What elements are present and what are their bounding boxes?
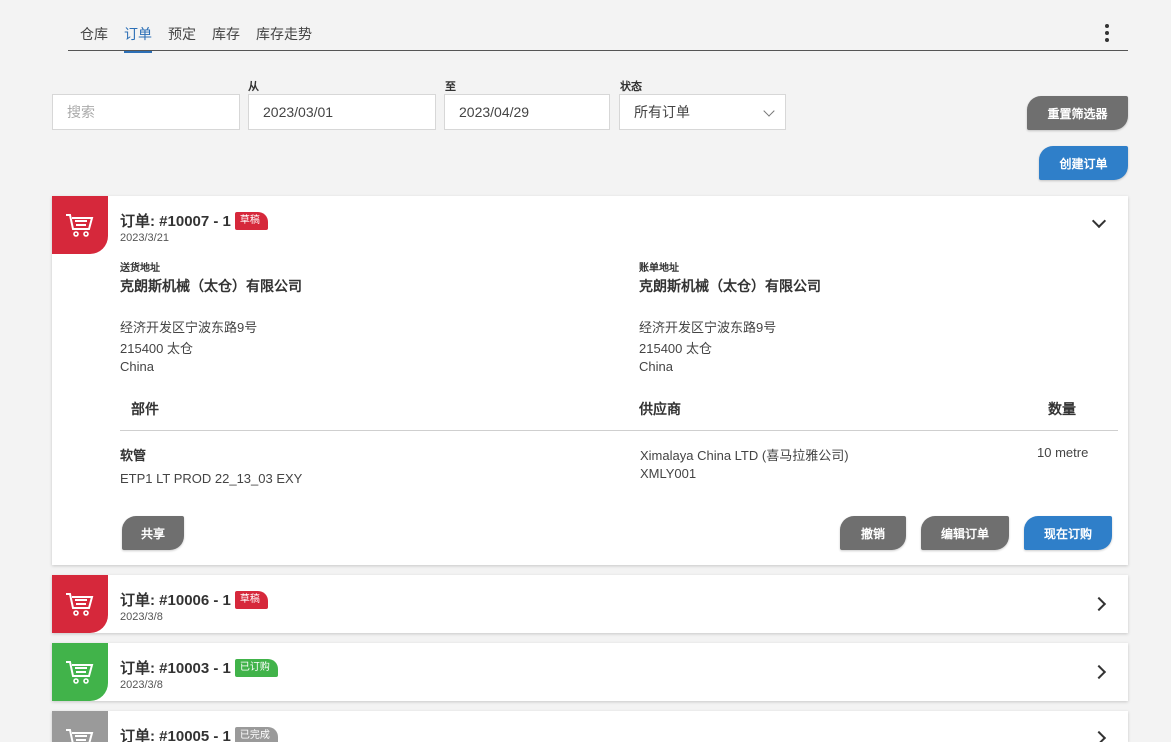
- status-label: 状态: [620, 81, 642, 93]
- from-date-field[interactable]: 2023/03/01: [248, 94, 436, 130]
- quantity-value: 10 metre: [1037, 445, 1089, 460]
- order-title-text: 订单: #10003 - 1: [120, 660, 231, 677]
- order-card-10007: 订单: #10007 - 1 草稿 2023/3/21 送货地址 克朗斯机械（太…: [52, 196, 1128, 565]
- shipping-company: 克朗斯机械（太仓）有限公司: [120, 278, 302, 294]
- create-order-button[interactable]: 创建订单: [1039, 146, 1128, 180]
- tab-orders[interactable]: 订单: [124, 16, 152, 53]
- order-date: 2023/3/8: [120, 679, 163, 691]
- tab-inventory[interactable]: 库存: [212, 16, 240, 53]
- shopping-cart-icon: [52, 575, 108, 633]
- billing-company: 克朗斯机械（太仓）有限公司: [639, 278, 821, 294]
- reset-filters-button[interactable]: 重置筛选器: [1027, 96, 1128, 130]
- order-date: 2023/3/21: [120, 232, 169, 244]
- status-badge: 已完成: [234, 726, 278, 742]
- header-supplier: 供应商: [639, 401, 681, 417]
- chevron-right-icon[interactable]: [1091, 664, 1107, 680]
- order-title-text: 订单: #10007 - 1: [120, 213, 231, 230]
- search-input[interactable]: 搜索: [52, 94, 240, 130]
- part-code: ETP1 LT PROD 22_13_03 EXY: [120, 471, 303, 486]
- tab-warehouse[interactable]: 仓库: [80, 16, 108, 53]
- chevron-right-icon[interactable]: [1091, 730, 1107, 742]
- tab-divider: [68, 50, 1128, 51]
- supplier-code: XMLY001: [640, 466, 697, 481]
- tab-inventory-trend[interactable]: 库存走势: [256, 16, 312, 53]
- shopping-cart-icon: [52, 643, 108, 701]
- chevron-down-icon: [763, 105, 775, 117]
- order-now-button[interactable]: 现在订购: [1024, 516, 1112, 550]
- shipping-city: 215400 太仓: [120, 341, 193, 356]
- billing-address-label: 账单地址: [639, 263, 679, 274]
- shipping-address-label: 送货地址: [120, 263, 160, 274]
- header-quantity: 数量: [1048, 401, 1076, 417]
- order-title-text: 订单: #10006 - 1: [120, 592, 231, 609]
- billing-country: China: [639, 359, 673, 374]
- order-title: 订单: #10006 - 1 草稿: [120, 589, 268, 610]
- supplier-name: Ximalaya China LTD (喜马拉雅公司): [640, 448, 849, 463]
- order-title: 订单: #10005 - 1 已完成: [120, 725, 278, 742]
- shipping-street: 经济开发区宁波东路9号: [120, 320, 258, 335]
- tab-reservations[interactable]: 预定: [168, 16, 196, 53]
- order-title: 订单: #10007 - 1 草稿: [120, 210, 268, 231]
- billing-street: 经济开发区宁波东路9号: [639, 320, 777, 335]
- order-card-10006[interactable]: 订单: #10006 - 1 草稿 2023/3/8: [52, 575, 1128, 633]
- shopping-cart-icon: [52, 196, 108, 254]
- tab-bar: 仓库 订单 预定 库存 库存走势: [80, 16, 328, 53]
- edit-order-button[interactable]: 编辑订单: [921, 516, 1009, 550]
- status-badge: 草稿: [234, 590, 268, 609]
- from-label: 从: [248, 81, 259, 93]
- shipping-country: China: [120, 359, 154, 374]
- header-part: 部件: [131, 401, 159, 417]
- status-select-value: 所有订单: [634, 104, 690, 120]
- order-title: 订单: #10003 - 1 已订购: [120, 657, 278, 678]
- billing-city: 215400 太仓: [639, 341, 712, 356]
- order-date: 2023/3/8: [120, 611, 163, 623]
- status-badge: 已订购: [234, 658, 278, 677]
- to-label: 至: [445, 81, 456, 93]
- chevron-right-icon[interactable]: [1091, 596, 1107, 612]
- share-button[interactable]: 共享: [122, 516, 184, 550]
- shopping-cart-icon: [52, 711, 108, 742]
- table-divider: [120, 430, 1118, 431]
- order-card-10003[interactable]: 订单: #10003 - 1 已订购 2023/3/8: [52, 643, 1128, 701]
- order-title-text: 订单: #10005 - 1: [120, 728, 231, 742]
- status-select[interactable]: 所有订单: [619, 94, 786, 130]
- status-badge: 草稿: [234, 211, 268, 230]
- order-card-10005[interactable]: 订单: #10005 - 1 已完成: [52, 711, 1128, 742]
- cancel-button[interactable]: 撤销: [840, 516, 906, 550]
- to-date-field[interactable]: 2023/04/29: [444, 94, 610, 130]
- more-options-icon[interactable]: [1100, 24, 1114, 48]
- part-name: 软管: [120, 448, 147, 463]
- chevron-down-icon[interactable]: [1091, 213, 1107, 229]
